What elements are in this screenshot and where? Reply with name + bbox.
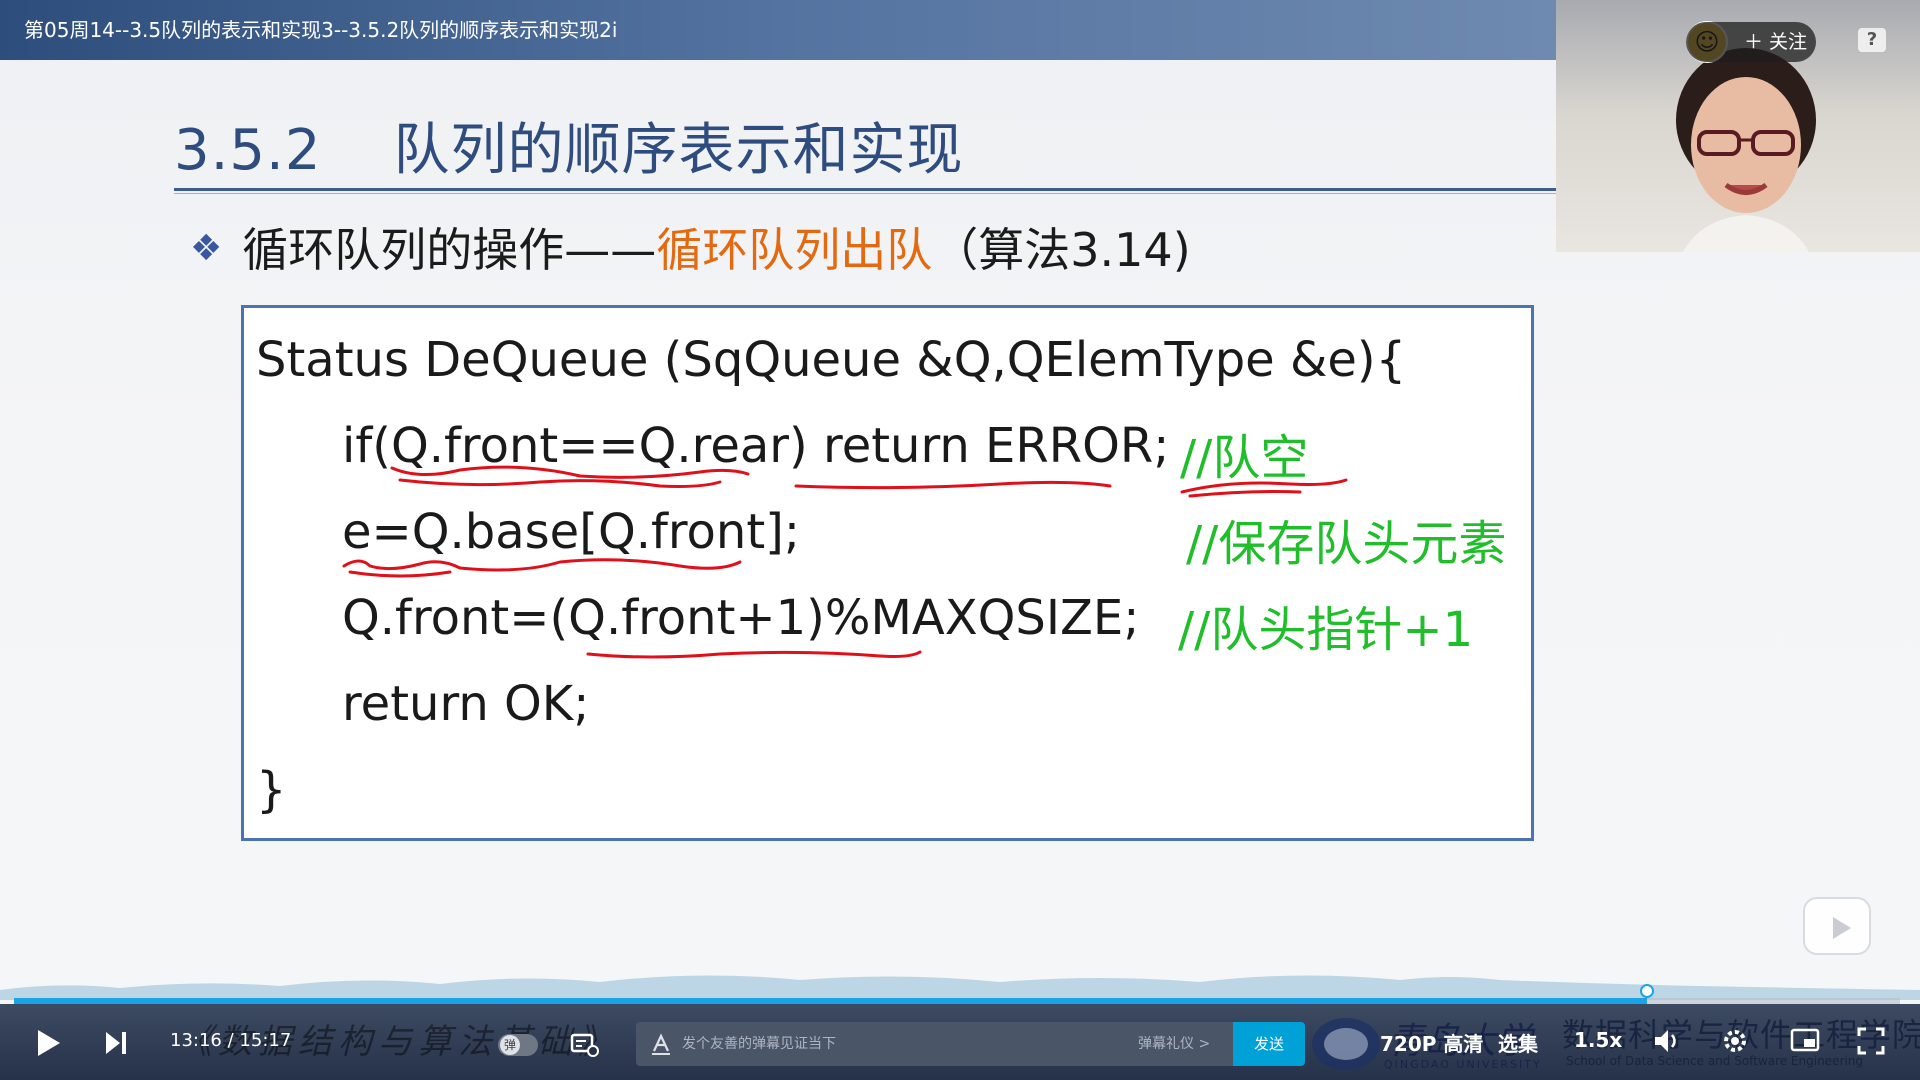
school-name-en: School of Data Science and Software Engi… (1566, 1054, 1863, 1068)
progress-scenery (0, 975, 1920, 1000)
slide-heading: 3.5.2 队列的顺序表示和实现 (174, 105, 964, 186)
comment-head-plus-one: //队头指针+1 (1178, 602, 1474, 658)
danmu-toggle-knob: 弹 (500, 1035, 520, 1055)
follow-plus-icon: ＋ (1744, 31, 1770, 53)
bullet-suffix: （算法3.14) (932, 223, 1191, 277)
danmu-input-box: 弹幕礼仪 > (636, 1022, 1233, 1066)
slide-bullet: ❖ 循环队列的操作——循环队列出队（算法3.14) (190, 214, 1191, 280)
danmu-toggle[interactable]: 弹 (498, 1034, 538, 1056)
video-title-bar: 第05周14--3.5队列的表示和实现3--3.5.2队列的顺序表示和实现2i (0, 0, 1556, 60)
code-line-2: if(Q.front==Q.rear) return ERROR; (342, 418, 1170, 474)
player-controls: 《数据结构与算法基础》 13:16 / 15:17 弹 发个友善的弹幕见证当下 … (0, 1004, 1920, 1080)
bullet-diamond-icon: ❖ (190, 228, 223, 269)
settings-icon[interactable] (1720, 1026, 1750, 1056)
presenter-image (1676, 48, 1816, 252)
code-line-6: } (256, 762, 287, 818)
code-line-3: e=Q.base[Q.front]; (342, 504, 801, 560)
danmu-settings-icon[interactable] (570, 1032, 600, 1058)
send-button[interactable]: 发送 (1233, 1022, 1305, 1066)
episodes-button[interactable]: 选集 (1498, 1028, 1538, 1057)
follow-button[interactable]: ＋ 关注 (1686, 22, 1816, 62)
mini-play-icon[interactable] (1803, 897, 1871, 955)
danmu-etiquette-link[interactable]: 弹幕礼仪 > (1138, 1022, 1210, 1066)
heading-rule (174, 188, 1556, 191)
video-player: { "window": { "title": "第05周14--3.5队列的表示… (0, 0, 1920, 1080)
video-title: 第05周14--3.5队列的表示和实现3--3.5.2队列的顺序表示和实现2i (24, 18, 618, 42)
text-style-icon[interactable] (650, 1033, 672, 1055)
volume-icon[interactable] (1652, 1026, 1682, 1056)
code-line-1: Status DeQueue (SqQueue &Q,QElemType &e)… (256, 332, 1407, 388)
mini-play-glyph (1833, 917, 1851, 939)
time-separator: / (227, 1030, 234, 1051)
help-icon[interactable]: ? (1858, 28, 1886, 52)
play-icon[interactable] (34, 1028, 62, 1058)
progress-handle[interactable] (1639, 983, 1655, 999)
university-name-en: QINGDAO UNIVERSITY (1384, 1058, 1542, 1071)
comment-queue-empty: //队空 (1180, 430, 1309, 486)
section-number: 3.5.2 (174, 118, 322, 183)
code-line-5: return OK; (342, 676, 590, 732)
follow-label: 关注 (1769, 31, 1808, 53)
heading-rule-thin (174, 193, 1556, 194)
speed-selector[interactable]: 1.5x (1574, 1028, 1622, 1052)
bullet-prefix: 循环队列的操作—— (242, 223, 657, 277)
pip-icon[interactable] (1790, 1028, 1820, 1054)
current-time: 13:16 (170, 1030, 222, 1051)
quality-selector[interactable]: 720P 高清 (1380, 1028, 1483, 1057)
fullscreen-icon[interactable] (1856, 1026, 1886, 1056)
code-line-4: Q.front=(Q.front+1)%MAXQSIZE; (342, 590, 1140, 646)
next-icon[interactable] (104, 1030, 128, 1056)
duration: 15:17 (239, 1030, 292, 1051)
time-display: 13:16 / 15:17 (170, 1030, 291, 1051)
section-title: 队列的顺序表示和实现 (393, 118, 964, 183)
bullet-highlight: 循环队列出队 (656, 223, 933, 277)
danmu-input[interactable] (682, 1022, 1042, 1066)
comment-save-head: //保存队头元素 (1186, 516, 1507, 572)
